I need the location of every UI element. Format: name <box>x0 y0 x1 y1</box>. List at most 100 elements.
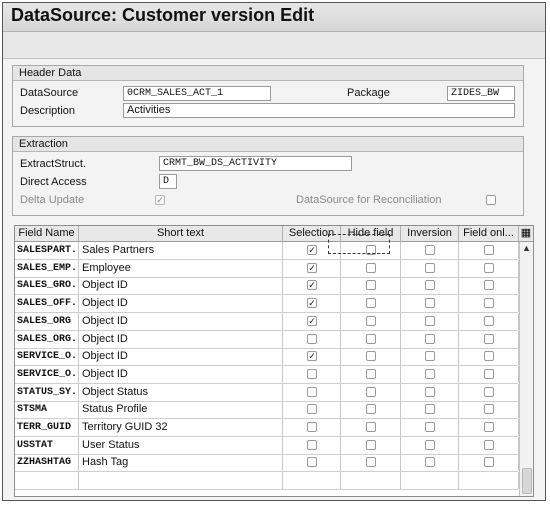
vertical-scrollbar[interactable]: ▲ <box>519 242 533 496</box>
direct-access-field[interactable]: D <box>159 174 177 189</box>
reconciliation-checkbox[interactable] <box>486 195 496 205</box>
table-row[interactable]: STATUS_SY...Object Status <box>15 383 519 402</box>
selection-checkbox[interactable]: ✓ <box>307 245 317 255</box>
inversion-checkbox[interactable] <box>425 315 435 326</box>
field-only-checkbox[interactable] <box>484 262 494 273</box>
field-only-cell <box>459 312 519 330</box>
selection-checkbox[interactable] <box>307 457 317 468</box>
package-label: Package <box>347 87 390 99</box>
table-row[interactable]: SALES_GRO...Object ID ✓ <box>15 277 519 296</box>
selection-checkbox[interactable] <box>307 404 317 415</box>
inversion-checkbox[interactable] <box>425 404 435 415</box>
selection-checkbox[interactable]: ✓ <box>307 315 317 326</box>
field-name-cell: STATUS_SY... <box>15 383 79 401</box>
selection-checkbox[interactable]: ✓ <box>307 262 317 273</box>
field-only-checkbox[interactable] <box>484 351 494 362</box>
description-field[interactable]: Activities <box>123 103 515 118</box>
inversion-checkbox[interactable] <box>425 368 435 379</box>
hide-field-checkbox[interactable] <box>366 298 376 309</box>
selection-checkbox[interactable] <box>307 386 317 397</box>
field-only-checkbox[interactable] <box>484 422 494 432</box>
table-row[interactable]: USSTAT User Status <box>15 436 519 455</box>
table-settings-icon[interactable]: ▦ <box>519 226 533 242</box>
inversion-checkbox[interactable] <box>425 386 435 397</box>
datasource-field[interactable]: 0CRM_SALES_ACT_1 <box>123 86 271 101</box>
inversion-checkbox[interactable] <box>425 262 435 273</box>
field-only-checkbox[interactable] <box>484 404 494 415</box>
field-only-cell <box>459 436 519 454</box>
scroll-thumb[interactable] <box>522 468 532 494</box>
hide-field-checkbox[interactable] <box>366 315 376 326</box>
table-row[interactable]: ZZHASHTAG Hash Tag <box>15 454 519 473</box>
hide-field-checkbox[interactable] <box>366 333 376 344</box>
field-only-checkbox[interactable] <box>484 280 494 291</box>
application-toolbar <box>3 32 545 59</box>
selection-checkbox[interactable]: ✓ <box>307 351 317 362</box>
inversion-checkbox[interactable] <box>425 298 435 309</box>
inversion-checkbox[interactable] <box>425 333 435 344</box>
field-only-checkbox[interactable] <box>484 386 494 397</box>
inversion-checkbox[interactable] <box>425 439 435 450</box>
short-text-cell: Object Status <box>79 383 283 401</box>
title-bar: DataSource: Customer version Edit <box>3 3 545 32</box>
table-row[interactable]: SALES_OFF...Object ID ✓ <box>15 295 519 314</box>
package-field[interactable]: ZIDES_BW <box>447 86 515 101</box>
hide-field-checkbox[interactable] <box>366 262 376 273</box>
table-row[interactable] <box>15 472 519 491</box>
table-row[interactable]: SALES_EMP...Employee ✓ <box>15 259 519 278</box>
table-row[interactable]: SALES_ORG...Object ID <box>15 330 519 349</box>
table-row[interactable]: SERVICE_O...Object ID ✓ <box>15 348 519 367</box>
inversion-cell <box>401 330 459 348</box>
field-only-checkbox[interactable] <box>484 368 494 379</box>
field-only-checkbox[interactable] <box>484 457 494 468</box>
selection-checkbox[interactable] <box>307 439 317 450</box>
hide-field-checkbox[interactable] <box>366 404 376 415</box>
column-header-short-text[interactable]: Short text <box>79 226 283 242</box>
selection-checkbox[interactable] <box>307 422 317 432</box>
hide-field-checkbox[interactable] <box>366 457 376 468</box>
column-header-field-only[interactable]: Field onl... <box>459 226 519 242</box>
table-row[interactable]: STSMA Status Profile <box>15 401 519 420</box>
hide-field-cell <box>341 277 401 295</box>
hide-field-checkbox[interactable] <box>366 351 376 362</box>
column-header-field-name[interactable]: Field Name <box>15 226 79 242</box>
table-row[interactable]: SERVICE_O...Object ID <box>15 365 519 384</box>
inversion-cell <box>401 348 459 366</box>
scroll-up-icon[interactable]: ▲ <box>522 243 531 253</box>
field-only-checkbox[interactable] <box>484 439 494 450</box>
extract-struct-field[interactable]: CRMT_BW_DS_ACTIVITY <box>159 156 352 171</box>
field-only-checkbox[interactable] <box>484 333 494 344</box>
hide-field-checkbox[interactable] <box>366 368 376 379</box>
hide-field-checkbox[interactable] <box>366 439 376 450</box>
table-row[interactable]: SALESPART...Sales Partners ✓ <box>15 242 519 260</box>
table-row[interactable]: TERR_GUID Territory GUID 32 <box>15 419 519 437</box>
selection-checkbox[interactable] <box>307 333 317 344</box>
selection-checkbox[interactable]: ✓ <box>307 298 317 309</box>
field-only-checkbox[interactable] <box>484 315 494 326</box>
header-data-title: Header Data <box>13 66 523 81</box>
table-row[interactable]: SALES_ORG Object ID ✓ <box>15 312 519 331</box>
selection-checkbox[interactable] <box>307 368 317 379</box>
selection-checkbox[interactable]: ✓ <box>307 280 317 291</box>
hide-field-cell <box>341 436 401 454</box>
inversion-checkbox[interactable] <box>425 245 435 255</box>
datasource-label: DataSource <box>20 87 79 99</box>
hide-field-checkbox[interactable] <box>366 386 376 397</box>
field-name-cell: SALES_EMP... <box>15 259 79 277</box>
inversion-checkbox[interactable] <box>425 351 435 362</box>
selection-cell: ✓ <box>283 312 341 330</box>
hide-field-cell <box>341 330 401 348</box>
field-name-cell: USSTAT <box>15 436 79 454</box>
hide-field-checkbox[interactable] <box>366 280 376 291</box>
hide-field-checkbox[interactable] <box>366 422 376 432</box>
column-header-inversion[interactable]: Inversion <box>401 226 459 242</box>
inversion-checkbox[interactable] <box>425 280 435 291</box>
inversion-checkbox[interactable] <box>425 422 435 432</box>
field-only-checkbox[interactable] <box>484 245 494 255</box>
hide-field-cell <box>341 383 401 401</box>
inversion-checkbox[interactable] <box>425 457 435 468</box>
field-only-cell <box>459 242 519 259</box>
field-only-checkbox[interactable] <box>484 298 494 309</box>
extraction-group: Extraction ExtractStruct. CRMT_BW_DS_ACT… <box>12 136 524 216</box>
short-text-cell: Object ID <box>79 365 283 383</box>
